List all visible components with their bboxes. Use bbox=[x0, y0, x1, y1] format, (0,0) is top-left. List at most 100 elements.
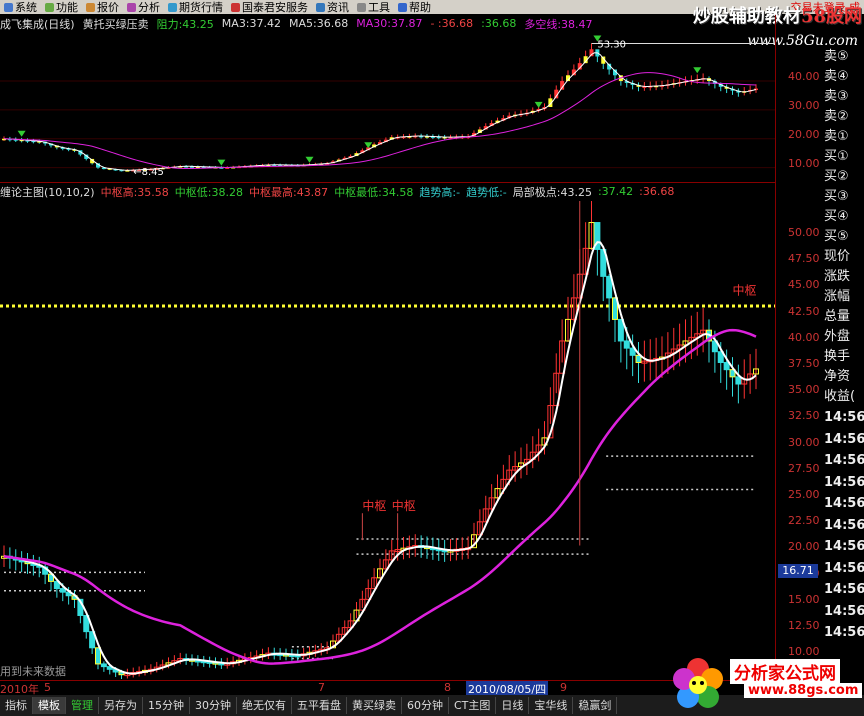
lower-chan-chart[interactable]: 中枢中枢中枢中枢 bbox=[0, 201, 776, 679]
sell-1: 卖① bbox=[824, 129, 849, 144]
menu-help[interactable]: 帮助 bbox=[394, 0, 435, 14]
upper-low-label: ←8.45 bbox=[133, 167, 164, 178]
lower-y-tick: 45.00 bbox=[788, 278, 820, 292]
quote-volume: 总量 bbox=[824, 309, 851, 324]
zhongshu-tag: 中枢 bbox=[362, 498, 386, 513]
upper-info-bar: 成飞集成(日线) 黄托买绿压卖 阻力:43.25 MA3:37.42 MA5:3… bbox=[0, 16, 775, 31]
tick-time: 14:56 bbox=[824, 496, 864, 511]
tick-time: 14:56 bbox=[824, 560, 864, 576]
chan-indicator-title[interactable]: 缠论主图(10,10,2) bbox=[0, 184, 95, 199]
brand-url: www.88gs.com bbox=[744, 683, 863, 698]
buy-signal-arrow bbox=[305, 156, 314, 163]
date-month-5: 5 bbox=[44, 681, 51, 694]
upper-value-1: - :36.68 bbox=[430, 17, 474, 30]
lower-y-tick: 27.50 bbox=[788, 461, 820, 475]
quote-change-pct: 涨幅 bbox=[824, 289, 851, 304]
tab-unique[interactable]: 绝无仅有 bbox=[237, 697, 292, 714]
lower-y-tick: 37.50 bbox=[788, 357, 820, 370]
menu-gtja-service[interactable]: 国泰君安服务 bbox=[227, 0, 312, 14]
upper-y-tick: 40.00 bbox=[788, 70, 820, 83]
upper-ma3-line bbox=[3, 52, 757, 171]
lower-candle-body bbox=[735, 376, 742, 385]
tab-manage[interactable]: 管理 bbox=[66, 697, 99, 714]
lower-y-tick: 50.00 bbox=[788, 226, 820, 239]
multi-empty-line-value: 多空线:38.47 bbox=[524, 17, 593, 31]
lower-value-1: :37.42 bbox=[597, 185, 634, 198]
upper-price-chart[interactable]: 53.30 ←8.45 bbox=[0, 32, 776, 182]
date-month-9: 9 bbox=[560, 681, 567, 694]
zhongshu-tag: 中枢 bbox=[733, 283, 757, 298]
buy-5: 买⑤ bbox=[824, 229, 849, 244]
system-icon bbox=[4, 2, 13, 12]
buy-signal-arrow bbox=[364, 142, 373, 149]
tick-times: 14:56 14:56 14:56 14:56 14:56 14:56 14:5… bbox=[824, 407, 864, 644]
tab-60min[interactable]: 60分钟 bbox=[402, 697, 449, 714]
stock-title[interactable]: 成飞集成(日线) bbox=[0, 16, 75, 31]
quote-outer: 外盘 bbox=[824, 329, 851, 344]
quote-price: 现价 bbox=[824, 249, 851, 264]
upper-panel-divider bbox=[0, 182, 775, 183]
tab-wuping[interactable]: 五平看盘 bbox=[292, 697, 347, 714]
tab-indicator[interactable]: 指标 bbox=[0, 697, 33, 714]
quote-turnover: 换手 bbox=[824, 349, 851, 364]
tick-time: 14:56 bbox=[824, 539, 864, 554]
lower-candle-body bbox=[623, 340, 630, 349]
lower-y-tick: 20.00 bbox=[788, 540, 820, 554]
upper-value-2: :36.68 bbox=[481, 17, 517, 30]
sell-4: 卖④ bbox=[824, 69, 849, 84]
lower-y-tick: 30.00 bbox=[788, 435, 820, 449]
menu-analysis[interactable]: 分析 bbox=[123, 0, 164, 14]
lower-candle-body bbox=[59, 588, 66, 593]
tab-template[interactable]: 模板 bbox=[33, 697, 66, 714]
brand-watermark: 分析家公式网 www.88gs.com bbox=[668, 655, 864, 715]
lower-y-tick: 32.50 bbox=[788, 409, 820, 423]
service-icon bbox=[231, 2, 240, 12]
tab-wenying[interactable]: 稳赢剑 bbox=[573, 697, 618, 714]
tab-30min[interactable]: 30分钟 bbox=[190, 697, 237, 714]
menu-tools[interactable]: 工具 bbox=[353, 0, 394, 14]
right-axis-line bbox=[775, 15, 776, 680]
tab-save-as[interactable]: 另存为 bbox=[99, 697, 143, 714]
menu-news[interactable]: 资讯 bbox=[312, 0, 353, 14]
tick-time: 14:56 bbox=[824, 603, 864, 619]
lower-y-tick: 35.00 bbox=[788, 383, 820, 397]
tick-time: 14:56 bbox=[824, 517, 864, 533]
sell-3: 卖③ bbox=[824, 89, 849, 104]
magenta-ma-line bbox=[3, 328, 757, 665]
lower-y-tick: 47.50 bbox=[788, 252, 820, 266]
lower-y-tick: 22.50 bbox=[788, 514, 820, 528]
lower-y-tick: 25.00 bbox=[788, 488, 820, 501]
tick-time: 14:56 bbox=[824, 410, 864, 425]
buy-1: 买① bbox=[824, 149, 849, 164]
tab-ct-main[interactable]: CT主图 bbox=[449, 697, 497, 714]
tab-yellow-buy-green-sell[interactable]: 黄买绿卖 bbox=[347, 697, 402, 714]
date-month-8: 8 bbox=[444, 681, 451, 694]
tab-daily[interactable]: 日线 bbox=[496, 697, 530, 714]
indicator-name[interactable]: 黄托买绿压卖 bbox=[83, 16, 149, 31]
lower-info-bar: 缠论主图(10,10,2) 中枢高:35.58 中枢低:38.28 中枢最高:4… bbox=[0, 184, 775, 199]
buy-signal-arrow bbox=[217, 159, 226, 166]
current-price-tag: 16.71 bbox=[778, 564, 818, 578]
upper-y-tick: 20.00 bbox=[788, 128, 820, 141]
help-icon bbox=[398, 2, 407, 12]
menu-function[interactable]: 功能 bbox=[41, 0, 82, 14]
quote-icon bbox=[86, 2, 95, 12]
upper-y-tick: 10.00 bbox=[788, 157, 820, 170]
lower-y-tick: 12.50 bbox=[788, 619, 820, 632]
date-axis: 2010年 5 7 8 2010/08/05/四 9 bbox=[0, 680, 776, 697]
tab-baohua[interactable]: 宝华线 bbox=[529, 697, 574, 714]
lower-candle-body bbox=[723, 361, 730, 371]
buy-3: 买③ bbox=[824, 189, 849, 204]
tick-time: 14:56 bbox=[824, 582, 864, 597]
buy-signal-arrow bbox=[534, 101, 543, 108]
ma5-value: MA5:36.68 bbox=[289, 17, 349, 30]
lower-y-tick: 15.00 bbox=[788, 592, 820, 606]
menu-quote[interactable]: 报价 bbox=[82, 0, 123, 14]
tab-15min[interactable]: 15分钟 bbox=[143, 697, 190, 714]
menu-system[interactable]: 系统 bbox=[0, 0, 41, 14]
local-extreme: 局部极点:43.25 bbox=[512, 185, 592, 199]
brand-name: 分析家公式网 bbox=[730, 659, 840, 684]
menu-futures[interactable]: 期货行情 bbox=[164, 0, 227, 14]
zhongshu-min: 中枢最低:34.58 bbox=[334, 185, 414, 199]
order-book: 卖⑤ 卖④ 卖③ 卖② 卖① 买① 买② 买③ 买④ 买⑤ 现价 涨跌 涨幅 总… bbox=[824, 47, 864, 407]
